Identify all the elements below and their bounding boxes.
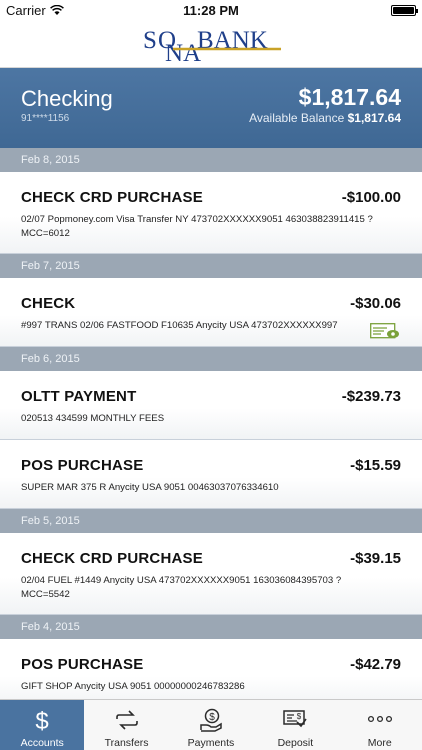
available-balance-value: $1,817.64	[347, 111, 401, 125]
back-chevron-icon[interactable]	[14, 33, 34, 57]
transaction-row[interactable]: OLTT PAYMENT -$239.73 020513 434599 MONT…	[0, 371, 422, 440]
tab-deposit[interactable]: $ Deposit	[253, 700, 337, 750]
transaction-title: POS PURCHASE	[21, 457, 144, 474]
transaction-description: 02/04 FUEL #1449 Anycity USA 473702XXXXX…	[21, 575, 342, 600]
dollar-icon: $	[36, 708, 49, 734]
check-deposit-icon: $	[283, 710, 308, 728]
svg-text:NA: NA	[165, 40, 201, 63]
date-header: Feb 5, 2015	[0, 509, 422, 533]
tab-more-label: More	[367, 737, 392, 749]
tab-accounts[interactable]: $ Accounts	[0, 700, 85, 750]
account-name: Checking	[21, 86, 113, 111]
tab-transfers-label: Transfers	[104, 737, 149, 749]
svg-text:$: $	[36, 708, 49, 734]
tab-payments[interactable]: $ Payments	[169, 700, 253, 750]
more-icon	[367, 715, 392, 723]
transaction-amount: -$100.00	[341, 189, 401, 206]
transaction-title: CHECK CRD PURCHASE	[21, 550, 203, 567]
transaction-amount: -$39.15	[350, 550, 401, 567]
payment-icon: $	[200, 708, 222, 732]
account-number: 91****1156	[21, 113, 70, 124]
transaction-amount: -$15.59	[350, 457, 401, 474]
transaction-title: CHECK CRD PURCHASE	[21, 189, 203, 206]
tab-accounts-label: Accounts	[20, 737, 64, 749]
transaction-title: CHECK	[21, 295, 76, 312]
svg-text:$: $	[297, 712, 302, 721]
transaction-row[interactable]: CHECK CRD PURCHASE -$39.15 02/04 FUEL #1…	[0, 533, 422, 615]
tab-payments-label: Payments	[187, 737, 235, 749]
account-balance: $1,817.64	[298, 84, 401, 110]
transaction-title: OLTT PAYMENT	[21, 388, 137, 405]
transaction-description: 020513 434599 MONTHLY FEES	[21, 413, 165, 424]
transaction-description: SUPER MAR 375 R Anycity USA 9051 0046303…	[21, 482, 279, 493]
status-bar: Carrier 11:28 PM	[0, 0, 422, 22]
transaction-row[interactable]: POS PURCHASE -$42.79 GIFT SHOP Anycity U…	[0, 639, 422, 708]
transaction-description: GIFT SHOP Anycity USA 9051 0000000024678…	[21, 681, 245, 692]
sonabank-logo: S O NA BANK	[143, 27, 281, 63]
date-header: Feb 7, 2015	[0, 254, 422, 278]
svg-text:$: $	[209, 712, 215, 723]
transaction-list[interactable]: Feb 8, 2015 CHECK CRD PURCHASE -$100.00 …	[0, 148, 422, 708]
account-summary-header: Checking 91****1156 $1,817.64 Available …	[0, 68, 422, 148]
transaction-description: 02/07 Popmoney.com Visa Transfer NY 4737…	[21, 214, 373, 239]
transaction-amount: -$239.73	[341, 388, 401, 405]
available-balance-label: Available Balance	[249, 111, 345, 125]
transaction-row[interactable]: POS PURCHASE -$15.59 SUPER MAR 375 R Any…	[0, 440, 422, 509]
date-header: Feb 8, 2015	[0, 148, 422, 172]
nav-bar: S O NA BANK	[0, 22, 422, 68]
transaction-description: #997 TRANS 02/06 FASTFOOD F10635 Anycity…	[21, 320, 338, 331]
available-balance: Available Balance $1,817.64	[249, 111, 401, 125]
transfer-icon	[115, 710, 138, 730]
battery-icon	[391, 5, 418, 16]
date-header: Feb 4, 2015	[0, 615, 422, 639]
transaction-row[interactable]: CHECK CRD PURCHASE -$100.00 02/07 Popmon…	[0, 172, 422, 254]
check-image-icon[interactable]	[370, 323, 400, 340]
transaction-row[interactable]: CHECK -$30.06 #997 TRANS 02/06 FASTFOOD …	[0, 278, 422, 347]
date-header: Feb 6, 2015	[0, 347, 422, 371]
tab-deposit-label: Deposit	[277, 737, 314, 749]
transaction-amount: -$30.06	[350, 295, 401, 312]
transaction-title: POS PURCHASE	[21, 656, 144, 673]
tab-transfers[interactable]: Transfers	[84, 700, 168, 750]
tab-more[interactable]: More	[338, 700, 422, 750]
status-time: 11:28 PM	[183, 3, 239, 18]
svg-text:S: S	[143, 27, 157, 54]
transaction-amount: -$42.79	[350, 656, 401, 673]
tab-bar: $ Accounts Transfers $ Payments $ Deposi…	[0, 699, 422, 750]
